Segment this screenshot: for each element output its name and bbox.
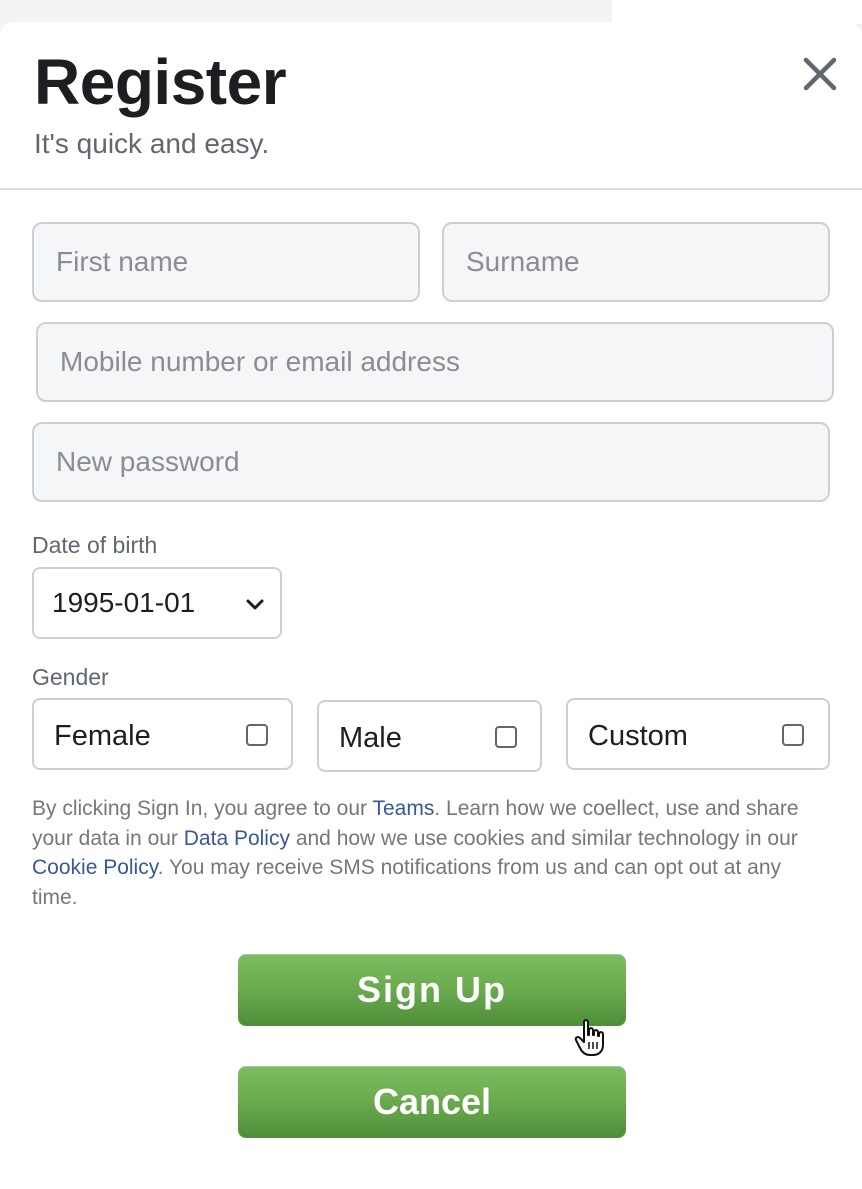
male-checkbox[interactable] [495,726,517,748]
female-checkbox[interactable] [246,724,268,746]
gender-option-label: Custom [588,720,688,752]
sign-up-button[interactable]: Sign Up [238,954,626,1026]
terms-text-part: By clicking Sign In, you agree to our [32,797,373,820]
close-button[interactable] [798,52,842,96]
surname-input[interactable] [442,222,830,302]
data-policy-link[interactable]: Data Policy [184,827,290,850]
terms-text: By clicking Sign In, you agree to our Te… [32,794,832,912]
page-subtitle: It's quick and easy. [34,128,270,159]
terms-text-part: and how we use cookies and similar techn… [289,826,798,850]
custom-checkbox[interactable] [782,724,804,746]
page-title: Register [34,46,287,118]
gender-option-label: Male [339,722,402,754]
dob-label: Date of birth [32,532,158,558]
dob-value: 1995-01-01 [52,587,196,618]
header-divider [0,188,862,190]
cookie-policy-link[interactable]: Cookie Policy [32,856,158,879]
first-name-input[interactable] [32,222,420,302]
gender-option-label: Female [54,720,151,752]
gender-label: Gender [32,664,109,690]
new-password-input[interactable] [32,422,830,502]
dob-select[interactable]: 1995-01-01 [32,567,282,639]
background-strip [612,0,862,24]
cancel-button[interactable]: Cancel [238,1066,626,1138]
gender-option-custom[interactable]: Custom [566,698,830,770]
contact-input[interactable] [36,322,834,402]
register-modal: Register It's quick and easy. Date of bi… [0,22,862,1189]
gender-option-male[interactable]: Male [317,700,542,772]
gender-option-female[interactable]: Female [32,698,293,770]
chevron-down-icon [246,599,264,610]
close-icon [803,57,837,91]
teams-link[interactable]: Teams [372,797,434,820]
